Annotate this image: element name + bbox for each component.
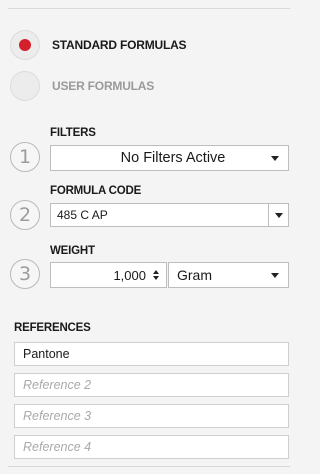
filters-value: No Filters Active xyxy=(120,150,226,166)
radio-label-standard: STANDARD FORMULAS xyxy=(52,38,187,52)
radio-dot xyxy=(19,39,31,51)
reference-field-4[interactable] xyxy=(14,435,289,459)
references-title: REFERENCES xyxy=(14,322,91,334)
radio-label-user: USER FORMULAS xyxy=(52,79,155,93)
reference-input-2[interactable] xyxy=(23,374,288,396)
radio-user-formulas[interactable]: USER FORMULAS xyxy=(10,71,154,101)
chevron-down-icon xyxy=(271,155,279,161)
chevron-down-icon xyxy=(274,212,283,218)
weight-spinner[interactable] xyxy=(150,264,162,286)
step-number-2: 2 xyxy=(10,200,40,230)
radio-button-unselected[interactable] xyxy=(10,71,40,101)
weight-stepper[interactable]: 1,000 xyxy=(50,262,167,288)
bottom-divider xyxy=(8,466,290,467)
radio-standard-formulas[interactable]: STANDARD FORMULAS xyxy=(10,30,187,60)
formula-code-title: FORMULA CODE xyxy=(50,185,142,197)
formula-code-dropdown-button[interactable] xyxy=(268,204,288,226)
reference-field-3[interactable] xyxy=(14,404,289,428)
weight-value: 1,000 xyxy=(113,267,146,283)
chevron-down-icon xyxy=(271,272,279,278)
formula-code-value: 485 C AP xyxy=(57,208,108,222)
step-number-1: 1 xyxy=(10,142,40,172)
reference-input-3[interactable] xyxy=(23,405,288,427)
step-number-3: 3 xyxy=(10,259,40,289)
spinner-up-icon[interactable] xyxy=(153,270,159,274)
reference-input-4[interactable] xyxy=(23,436,288,458)
weight-unit-dropdown[interactable]: Gram xyxy=(168,262,289,288)
radio-button-selected[interactable] xyxy=(10,30,40,60)
reference-input-1[interactable] xyxy=(23,343,288,365)
top-divider xyxy=(8,8,290,9)
formula-code-combobox[interactable]: 485 C AP xyxy=(50,203,289,227)
weight-unit-value: Gram xyxy=(177,267,212,283)
reference-field-1[interactable] xyxy=(14,342,289,366)
reference-field-2[interactable] xyxy=(14,373,289,397)
filters-title: FILTERS xyxy=(50,127,96,139)
spinner-down-icon[interactable] xyxy=(153,276,159,280)
filters-dropdown[interactable]: No Filters Active xyxy=(50,145,289,171)
weight-title: WEIGHT xyxy=(50,245,95,257)
